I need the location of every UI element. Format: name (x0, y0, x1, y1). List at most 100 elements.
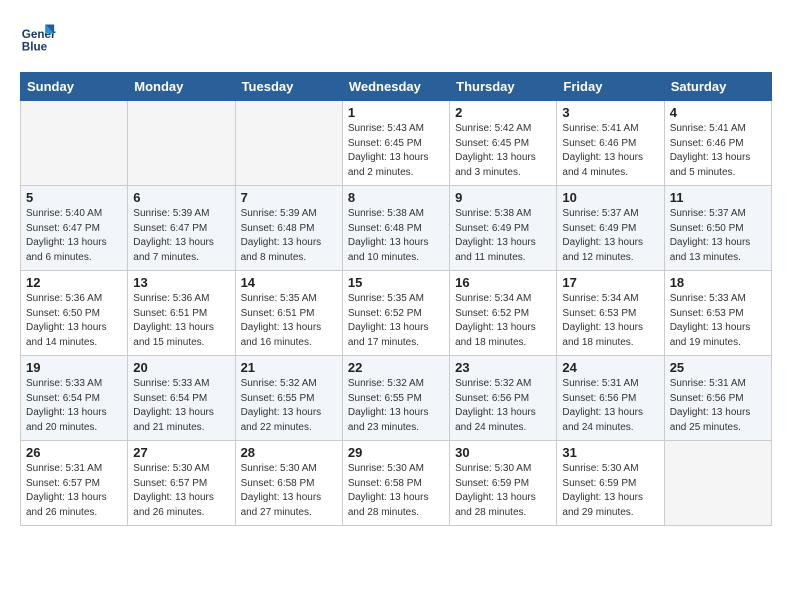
calendar-cell: 18Sunrise: 5:33 AMSunset: 6:53 PMDayligh… (664, 271, 771, 356)
calendar-cell: 9 Sunrise: 5:38 AMSunset: 6:49 PMDaylight… (450, 186, 557, 271)
day-info: Sunrise: 5:39 AMSunset: 6:48 PMDaylight:… (241, 207, 337, 265)
day-number: 17 (562, 275, 658, 290)
calendar-cell: 26 Sunrise: 5:31 AMSunset: 6:57 PMDayligh… (21, 441, 128, 526)
calendar-cell: 8Sunrise: 5:38 AMSunset: 6:48 PMDaylight… (342, 186, 449, 271)
day-info: Sunrise: 5:43 AMSunset: 6:45 PMDaylight:… (348, 122, 444, 180)
day-number: 1 (348, 105, 444, 120)
day-number: 28 (241, 445, 337, 460)
calendar-cell: 22 Sunrise: 5:32 AMSunset: 6:55 PMDayligh… (342, 356, 449, 441)
day-number: 9 (455, 190, 551, 205)
weekday-header: Sunday (21, 73, 128, 101)
calendar-cell: 17 Sunrise: 5:34 AMSunset: 6:53 PMDayligh… (557, 271, 664, 356)
day-info: Sunrise: 5:32 AMSunset: 6:55 PMDaylight:… (348, 377, 444, 435)
calendar-table: SundayMondayTuesdayWednesdayThursdayFrid… (20, 72, 772, 526)
day-info: Sunrise: 5:31 AMSunset: 6:57 PMDaylight:… (26, 462, 122, 520)
calendar-cell: 2 Sunrise: 5:42 AMSunset: 6:45 PMDaylight… (450, 101, 557, 186)
day-info: Sunrise: 5:31 AMSunset: 6:56 PMDaylight:… (562, 377, 658, 435)
day-number: 2 (455, 105, 551, 120)
calendar-cell: 13 Sunrise: 5:36 AMSunset: 6:51 PMDayligh… (128, 271, 235, 356)
day-info: Sunrise: 5:36 AMSunset: 6:50 PMDaylight:… (26, 292, 122, 350)
day-number: 12 (26, 275, 122, 290)
day-number: 15 (348, 275, 444, 290)
weekday-header: Tuesday (235, 73, 342, 101)
day-info: Sunrise: 5:34 AMSunset: 6:53 PMDaylight:… (562, 292, 658, 350)
calendar-cell: 24Sunrise: 5:31 AMSunset: 6:56 PMDayligh… (557, 356, 664, 441)
day-info: Sunrise: 5:30 AMSunset: 6:58 PMDaylight:… (241, 462, 337, 520)
day-info: Sunrise: 5:39 AMSunset: 6:47 PMDaylight:… (133, 207, 229, 265)
day-number: 26 (26, 445, 122, 460)
weekday-header: Thursday (450, 73, 557, 101)
calendar-cell: 10Sunrise: 5:37 AMSunset: 6:49 PMDayligh… (557, 186, 664, 271)
calendar-cell: 28 Sunrise: 5:30 AMSunset: 6:58 PMDayligh… (235, 441, 342, 526)
day-number: 3 (562, 105, 658, 120)
day-number: 20 (133, 360, 229, 375)
calendar-cell: 30 Sunrise: 5:30 AMSunset: 6:59 PMDayligh… (450, 441, 557, 526)
calendar-cell: 6 Sunrise: 5:39 AMSunset: 6:47 PMDaylight… (128, 186, 235, 271)
day-number: 25 (670, 360, 766, 375)
day-info: Sunrise: 5:32 AMSunset: 6:56 PMDaylight:… (455, 377, 551, 435)
day-info: Sunrise: 5:33 AMSunset: 6:54 PMDaylight:… (26, 377, 122, 435)
day-number: 16 (455, 275, 551, 290)
weekday-header: Wednesday (342, 73, 449, 101)
day-number: 11 (670, 190, 766, 205)
calendar-cell: 31 Sunrise: 5:30 AMSunset: 6:59 PMDayligh… (557, 441, 664, 526)
weekday-header: Saturday (664, 73, 771, 101)
calendar-week-row: 19 Sunrise: 5:33 AMSunset: 6:54 PMDayligh… (21, 356, 772, 441)
day-info: Sunrise: 5:33 AMSunset: 6:54 PMDaylight:… (133, 377, 229, 435)
day-number: 29 (348, 445, 444, 460)
day-number: 23 (455, 360, 551, 375)
calendar-cell (128, 101, 235, 186)
day-info: Sunrise: 5:30 AMSunset: 6:59 PMDaylight:… (455, 462, 551, 520)
day-info: Sunrise: 5:36 AMSunset: 6:51 PMDaylight:… (133, 292, 229, 350)
day-number: 22 (348, 360, 444, 375)
calendar-cell: 15Sunrise: 5:35 AMSunset: 6:52 PMDayligh… (342, 271, 449, 356)
day-info: Sunrise: 5:35 AMSunset: 6:51 PMDaylight:… (241, 292, 337, 350)
weekday-header: Monday (128, 73, 235, 101)
calendar-cell: 25Sunrise: 5:31 AMSunset: 6:56 PMDayligh… (664, 356, 771, 441)
day-number: 4 (670, 105, 766, 120)
logo-icon: General Blue (20, 20, 56, 56)
calendar-cell (21, 101, 128, 186)
day-number: 8 (348, 190, 444, 205)
day-info: Sunrise: 5:34 AMSunset: 6:52 PMDaylight:… (455, 292, 551, 350)
day-number: 19 (26, 360, 122, 375)
day-number: 31 (562, 445, 658, 460)
calendar-cell: 7 Sunrise: 5:39 AMSunset: 6:48 PMDaylight… (235, 186, 342, 271)
day-info: Sunrise: 5:41 AMSunset: 6:46 PMDaylight:… (562, 122, 658, 180)
calendar-cell: 14 Sunrise: 5:35 AMSunset: 6:51 PMDayligh… (235, 271, 342, 356)
calendar-cell: 19 Sunrise: 5:33 AMSunset: 6:54 PMDayligh… (21, 356, 128, 441)
calendar-week-row: 5 Sunrise: 5:40 AMSunset: 6:47 PMDaylight… (21, 186, 772, 271)
calendar-cell: 29Sunrise: 5:30 AMSunset: 6:58 PMDayligh… (342, 441, 449, 526)
day-number: 30 (455, 445, 551, 460)
calendar-cell: 4 Sunrise: 5:41 AMSunset: 6:46 PMDaylight… (664, 101, 771, 186)
calendar-week-row: 12 Sunrise: 5:36 AMSunset: 6:50 PMDayligh… (21, 271, 772, 356)
calendar-cell: 21 Sunrise: 5:32 AMSunset: 6:55 PMDayligh… (235, 356, 342, 441)
day-info: Sunrise: 5:42 AMSunset: 6:45 PMDaylight:… (455, 122, 551, 180)
svg-text:Blue: Blue (22, 41, 48, 54)
day-info: Sunrise: 5:40 AMSunset: 6:47 PMDaylight:… (26, 207, 122, 265)
day-info: Sunrise: 5:32 AMSunset: 6:55 PMDaylight:… (241, 377, 337, 435)
calendar-cell: 1 Sunrise: 5:43 AMSunset: 6:45 PMDaylight… (342, 101, 449, 186)
day-number: 5 (26, 190, 122, 205)
calendar-cell: 5 Sunrise: 5:40 AMSunset: 6:47 PMDaylight… (21, 186, 128, 271)
day-info: Sunrise: 5:41 AMSunset: 6:46 PMDaylight:… (670, 122, 766, 180)
day-number: 10 (562, 190, 658, 205)
calendar-cell: 20 Sunrise: 5:33 AMSunset: 6:54 PMDayligh… (128, 356, 235, 441)
weekday-header: Friday (557, 73, 664, 101)
day-info: Sunrise: 5:38 AMSunset: 6:49 PMDaylight:… (455, 207, 551, 265)
day-number: 27 (133, 445, 229, 460)
page-header: General Blue (20, 20, 772, 56)
day-number: 7 (241, 190, 337, 205)
day-info: Sunrise: 5:30 AMSunset: 6:59 PMDaylight:… (562, 462, 658, 520)
calendar-week-row: 1 Sunrise: 5:43 AMSunset: 6:45 PMDaylight… (21, 101, 772, 186)
calendar-week-row: 26 Sunrise: 5:31 AMSunset: 6:57 PMDayligh… (21, 441, 772, 526)
day-number: 14 (241, 275, 337, 290)
calendar-cell (235, 101, 342, 186)
calendar-cell: 11 Sunrise: 5:37 AMSunset: 6:50 PMDayligh… (664, 186, 771, 271)
day-number: 13 (133, 275, 229, 290)
calendar-cell (664, 441, 771, 526)
day-info: Sunrise: 5:37 AMSunset: 6:50 PMDaylight:… (670, 207, 766, 265)
day-number: 21 (241, 360, 337, 375)
day-number: 6 (133, 190, 229, 205)
logo: General Blue (20, 20, 60, 56)
